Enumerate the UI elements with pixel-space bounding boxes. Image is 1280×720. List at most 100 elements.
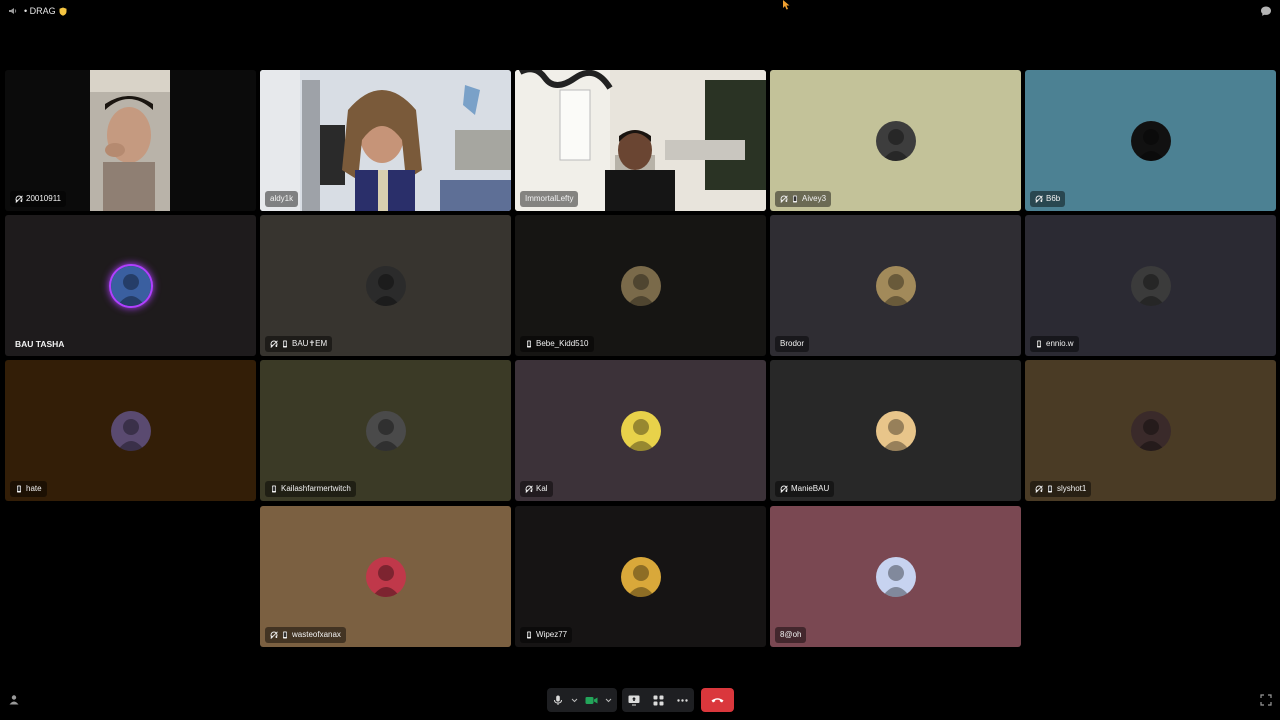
avatar bbox=[1130, 265, 1171, 306]
participant-tile[interactable]: 20010911 bbox=[5, 70, 256, 211]
participant-label: ennio.w bbox=[1030, 336, 1079, 352]
disconnect-button[interactable] bbox=[701, 688, 734, 712]
participant-tile[interactable]: Aivey3 bbox=[770, 70, 1021, 211]
channel-title: • DRAG bbox=[24, 6, 67, 16]
avatar-image-icon bbox=[110, 265, 151, 306]
participant-tile[interactable]: Bebe_Kidd510 bbox=[515, 215, 766, 356]
participant-label: BAU✝EM bbox=[265, 336, 333, 352]
avatar bbox=[110, 410, 151, 451]
avatar bbox=[875, 410, 916, 451]
participant-tile[interactable]: BAU TASHA bbox=[5, 215, 256, 356]
screen-share-button[interactable] bbox=[623, 688, 645, 712]
avatar-image-icon bbox=[365, 410, 406, 451]
mobile-phone-icon bbox=[793, 195, 797, 203]
avatar-image-icon bbox=[875, 120, 916, 161]
participant-tile[interactable]: ImmortalLefty bbox=[515, 70, 766, 211]
participant-label: Kal bbox=[520, 481, 553, 497]
participant-tile[interactable]: Brodor bbox=[770, 215, 1021, 356]
avatar-image-icon bbox=[620, 556, 661, 597]
fullscreen-icon[interactable] bbox=[1260, 694, 1272, 706]
participant-tile[interactable]: Kal bbox=[515, 360, 766, 501]
camera-button[interactable] bbox=[579, 688, 603, 712]
participant-label: aldy1k bbox=[265, 191, 299, 207]
deafened-icon bbox=[270, 631, 278, 639]
chat-bubble-icon[interactable] bbox=[1260, 5, 1272, 17]
action-controls bbox=[622, 688, 694, 712]
more-options-button[interactable] bbox=[671, 688, 693, 712]
avatar-image-icon bbox=[875, 556, 916, 597]
shield-emoji-icon bbox=[59, 7, 67, 16]
avatar bbox=[1130, 410, 1171, 451]
participant-name: aldy1k bbox=[270, 194, 294, 203]
phone-hangup-icon bbox=[711, 698, 724, 703]
participant-name: Brodor bbox=[780, 339, 805, 348]
avatar-image-icon bbox=[365, 265, 406, 306]
participant-tile[interactable]: BAU✝EM bbox=[260, 215, 511, 356]
activities-icon bbox=[653, 695, 663, 705]
avatar-image-icon bbox=[1130, 410, 1171, 451]
avatar bbox=[875, 265, 916, 306]
avatar bbox=[620, 265, 661, 306]
avatar bbox=[875, 556, 916, 597]
microphone-icon bbox=[554, 695, 562, 705]
video-camera-icon bbox=[585, 696, 597, 704]
participant-name: 20010911 bbox=[26, 194, 61, 203]
participant-tile[interactable]: ennio.w bbox=[1025, 215, 1276, 356]
participant-tile[interactable]: ManieBAU bbox=[770, 360, 1021, 501]
participant-tile[interactable]: wasteofxanax bbox=[260, 506, 511, 647]
participant-name: B6b bbox=[1046, 194, 1061, 203]
invite-people-icon[interactable] bbox=[8, 694, 20, 706]
participant-label: ImmortalLefty bbox=[520, 191, 579, 207]
participant-name: Kailashfarmertwitch bbox=[281, 484, 351, 493]
avatar bbox=[875, 120, 916, 161]
participant-name: ennio.w bbox=[1046, 339, 1074, 348]
top-bar: • DRAG bbox=[0, 0, 1280, 24]
participant-name: slyshot1 bbox=[1057, 484, 1087, 493]
deafened-icon bbox=[780, 485, 788, 493]
participant-name: wasteofxanax bbox=[292, 630, 341, 639]
participant-name: BAU✝EM bbox=[292, 339, 328, 348]
screen-share-icon bbox=[628, 695, 640, 705]
participant-name: Aivey3 bbox=[802, 194, 827, 203]
participant-label: wasteofxanax bbox=[265, 627, 346, 643]
chevron-down-icon bbox=[571, 698, 577, 702]
participant-name: ManieBAU bbox=[791, 484, 830, 493]
mobile-phone-icon bbox=[527, 340, 531, 348]
participant-name: Kal bbox=[536, 484, 548, 493]
activities-button[interactable] bbox=[647, 688, 669, 712]
deafened-icon bbox=[15, 195, 23, 203]
participant-tile[interactable]: Kailashfarmertwitch bbox=[260, 360, 511, 501]
mobile-phone-icon bbox=[17, 485, 21, 493]
participant-label: 8@oh bbox=[775, 627, 807, 643]
participant-tile[interactable]: 8@oh bbox=[770, 506, 1021, 647]
avatar-image-icon bbox=[1130, 265, 1171, 306]
audio-settings-dropdown[interactable] bbox=[569, 688, 579, 712]
avatar bbox=[110, 265, 151, 306]
mobile-phone-icon bbox=[283, 340, 287, 348]
volume-icon[interactable] bbox=[8, 6, 18, 16]
participant-name: Wipez77 bbox=[536, 630, 568, 639]
participant-tile[interactable]: hate bbox=[5, 360, 256, 501]
participant-label: 20010911 bbox=[10, 191, 66, 207]
participant-name: Bebe_Kidd510 bbox=[536, 339, 589, 348]
mobile-phone-icon bbox=[272, 485, 276, 493]
mute-button[interactable] bbox=[547, 688, 569, 712]
participant-tile[interactable]: slyshot1 bbox=[1025, 360, 1276, 501]
participant-name: BAU TASHA bbox=[15, 339, 65, 349]
mobile-phone-icon bbox=[527, 631, 531, 639]
avatar bbox=[365, 265, 406, 306]
participant-label: Bebe_Kidd510 bbox=[520, 336, 594, 352]
deafened-icon bbox=[780, 195, 788, 203]
video-settings-dropdown[interactable] bbox=[603, 688, 613, 712]
participant-tile[interactable]: aldy1k bbox=[260, 70, 511, 211]
participant-tile[interactable]: Wipez77 bbox=[515, 506, 766, 647]
participant-label: Wipez77 bbox=[520, 627, 573, 643]
mobile-phone-icon bbox=[1048, 485, 1052, 493]
mobile-phone-icon bbox=[283, 631, 287, 639]
avatar-image-icon bbox=[875, 265, 916, 306]
participant-label: hate bbox=[10, 481, 47, 497]
participant-tile[interactable]: B6b bbox=[1025, 70, 1276, 211]
more-dots-icon bbox=[676, 698, 688, 702]
participant-label: Aivey3 bbox=[775, 191, 832, 207]
participant-label: ManieBAU bbox=[775, 481, 835, 497]
